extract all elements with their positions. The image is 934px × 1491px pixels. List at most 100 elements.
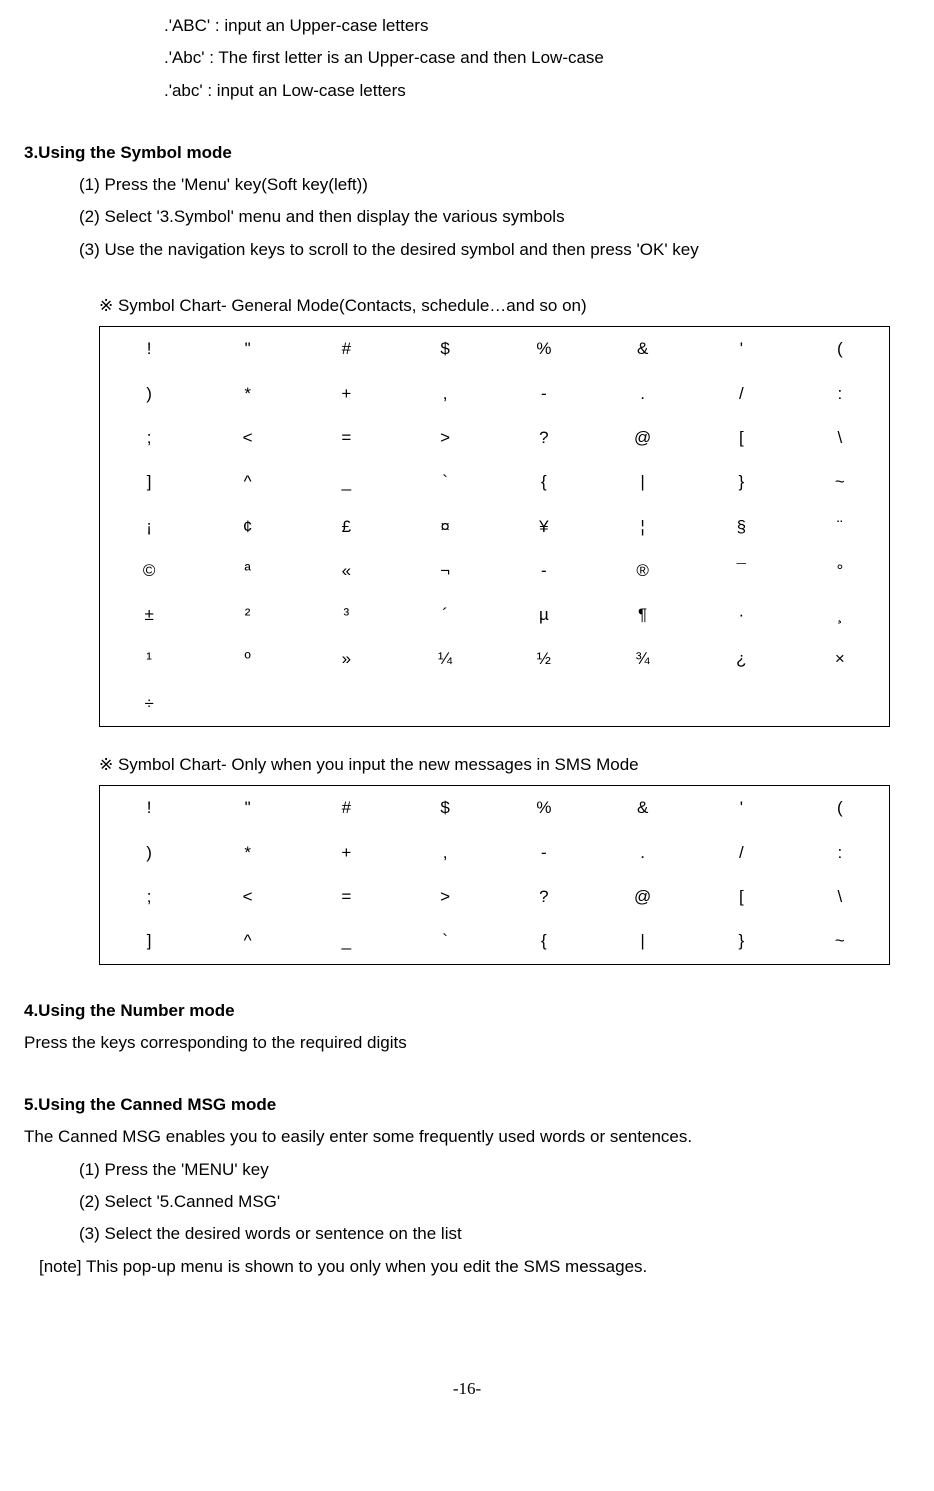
symbol-cell: « — [297, 549, 396, 593]
symbol-cell: ½ — [495, 637, 594, 681]
symbol-cell: % — [495, 786, 594, 831]
symbol-cell — [495, 682, 594, 727]
symbol-cell: ? — [495, 875, 594, 919]
symbol-cell: @ — [593, 416, 692, 460]
section-5-note: [note] This pop-up menu is shown to you … — [24, 1251, 910, 1283]
symbol-cell: = — [297, 875, 396, 919]
section-5-desc: The Canned MSG enables you to easily ent… — [24, 1121, 910, 1153]
symbol-cell: ` — [396, 919, 495, 964]
chart-1-wrap: !"#$%&'()*+,-./:;<=>?@[\]^_`{|}~¡¢£¤¥¦§¨… — [24, 326, 910, 727]
symbol-cell: / — [692, 372, 791, 416]
table-row: ¹º»¼½¾¿× — [100, 637, 890, 681]
table-row: )*+,-./: — [100, 831, 890, 875]
symbol-cell: ) — [100, 831, 199, 875]
symbol-cell: \ — [791, 875, 890, 919]
symbol-cell: , — [396, 831, 495, 875]
page-number: -16- — [24, 1373, 910, 1405]
symbol-cell: ~ — [791, 460, 890, 504]
section-3-step: (3) Use the navigation keys to scroll to… — [24, 234, 910, 266]
symbol-cell: ¬ — [396, 549, 495, 593]
intro-line: .'abc' : input an Low-case letters — [24, 75, 910, 107]
symbol-cell: / — [692, 831, 791, 875]
symbol-cell — [198, 682, 297, 727]
symbol-cell: ¿ — [692, 637, 791, 681]
symbol-cell: | — [593, 460, 692, 504]
intro-line: .'Abc' : The first letter is an Upper-ca… — [24, 42, 910, 74]
symbol-cell: ÷ — [100, 682, 199, 727]
symbol-cell — [297, 682, 396, 727]
table-row: ]^_`{|}~ — [100, 919, 890, 964]
table-row: ¡¢£¤¥¦§¨ — [100, 505, 890, 549]
symbol-cell: ! — [100, 786, 199, 831]
symbol-cell: µ — [495, 593, 594, 637]
symbol-cell: ^ — [198, 460, 297, 504]
symbol-cell — [791, 682, 890, 727]
symbol-cell: > — [396, 875, 495, 919]
symbol-cell: ° — [791, 549, 890, 593]
table-row: ]^_`{|}~ — [100, 460, 890, 504]
symbol-cell: < — [198, 875, 297, 919]
intro-line: .'ABC' : input an Upper-case letters — [24, 10, 910, 42]
symbol-cell: © — [100, 549, 199, 593]
symbol-cell: < — [198, 416, 297, 460]
symbol-cell: ± — [100, 593, 199, 637]
symbol-cell: @ — [593, 875, 692, 919]
symbol-cell: } — [692, 919, 791, 964]
symbol-cell: ¾ — [593, 637, 692, 681]
symbol-cell: ¥ — [495, 505, 594, 549]
symbol-cell: ] — [100, 919, 199, 964]
section-3-title: 3.Using the Symbol mode — [24, 137, 910, 169]
symbol-cell: * — [198, 831, 297, 875]
symbol-cell — [593, 682, 692, 727]
symbol-cell: " — [198, 786, 297, 831]
table-row: )*+,-./: — [100, 372, 890, 416]
symbol-cell: # — [297, 786, 396, 831]
symbol-cell: } — [692, 460, 791, 504]
symbol-cell: { — [495, 460, 594, 504]
chart-2-title: ※ Symbol Chart- Only when you input the … — [24, 749, 910, 781]
symbol-cell: ' — [692, 327, 791, 372]
symbol-cell: ¦ — [593, 505, 692, 549]
symbol-cell: = — [297, 416, 396, 460]
symbol-cell: ¸ — [791, 593, 890, 637]
symbol-cell: { — [495, 919, 594, 964]
symbol-cell: ) — [100, 372, 199, 416]
symbol-cell: ² — [198, 593, 297, 637]
symbol-cell — [396, 682, 495, 727]
table-row: !"#$%&'( — [100, 327, 890, 372]
section-3-step: (2) Select '3.Symbol' menu and then disp… — [24, 201, 910, 233]
symbol-cell: ; — [100, 416, 199, 460]
symbol-cell: _ — [297, 460, 396, 504]
section-5-title: 5.Using the Canned MSG mode — [24, 1089, 910, 1121]
symbol-chart-general: !"#$%&'()*+,-./:;<=>?@[\]^_`{|}~¡¢£¤¥¦§¨… — [99, 326, 890, 727]
section-5-step: (2) Select '5.Canned MSG' — [24, 1186, 910, 1218]
symbol-cell: § — [692, 505, 791, 549]
symbol-cell: _ — [297, 919, 396, 964]
symbol-cell: [ — [692, 416, 791, 460]
section-5-step: (3) Select the desired words or sentence… — [24, 1218, 910, 1250]
symbol-cell: ` — [396, 460, 495, 504]
symbol-cell: . — [593, 372, 692, 416]
symbol-cell: ] — [100, 460, 199, 504]
symbol-cell: ' — [692, 786, 791, 831]
symbol-cell: * — [198, 372, 297, 416]
symbol-cell: ? — [495, 416, 594, 460]
symbol-cell: [ — [692, 875, 791, 919]
symbol-cell: - — [495, 372, 594, 416]
symbol-cell: | — [593, 919, 692, 964]
table-row: !"#$%&'( — [100, 786, 890, 831]
symbol-cell: ^ — [198, 919, 297, 964]
symbol-cell: » — [297, 637, 396, 681]
symbol-cell: º — [198, 637, 297, 681]
symbol-cell: & — [593, 786, 692, 831]
symbol-cell: + — [297, 831, 396, 875]
symbol-cell: : — [791, 831, 890, 875]
symbol-cell: ¨ — [791, 505, 890, 549]
symbol-cell: ¯ — [692, 549, 791, 593]
symbol-cell: ª — [198, 549, 297, 593]
symbol-cell: + — [297, 372, 396, 416]
symbol-cell: " — [198, 327, 297, 372]
symbol-cell: £ — [297, 505, 396, 549]
table-row: ±²³´µ¶·¸ — [100, 593, 890, 637]
symbol-cell: - — [495, 549, 594, 593]
